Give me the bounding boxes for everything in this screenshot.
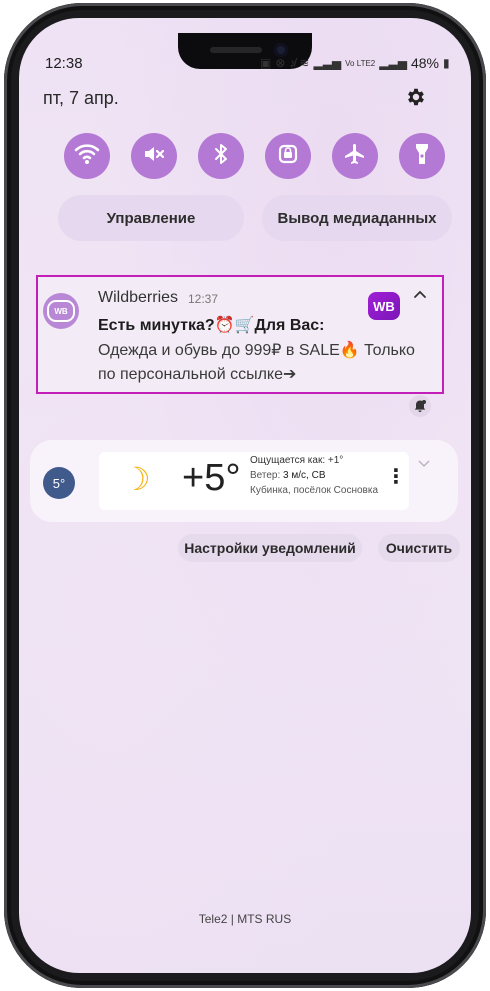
flashlight-icon — [413, 141, 431, 172]
wifi-icon — [74, 143, 100, 170]
airplane-toggle[interactable] — [332, 133, 378, 179]
status-icons: ▣ ⊗ ♪̸ ≋ ▂▃▅ Vo LTE2 ▂▃▅ 48% ▮ — [260, 55, 450, 71]
chevron-down-icon[interactable] — [418, 455, 430, 471]
wb-logo-badge: WB — [368, 292, 400, 320]
alarm-icon: ⊗ — [275, 56, 286, 70]
wifi-toggle[interactable] — [64, 133, 110, 179]
signal2-icon: ▂▃▅ — [379, 56, 407, 70]
moon-icon: ☽ — [122, 461, 151, 497]
weather-wind: Ветер: 3 м/с, СВ — [250, 470, 326, 481]
notification-body-line1: Одежда и обувь до 999₽ в SALE🔥 Только — [98, 342, 415, 359]
more-options-icon[interactable]: ⋮ — [386, 464, 406, 489]
weather-temperature: +5° — [182, 457, 241, 499]
notification-body-line2: по персональной ссылке➔ — [98, 366, 297, 383]
clear-button[interactable]: Очистить — [378, 534, 460, 562]
mute-icon — [142, 143, 166, 170]
battery-icon: ▮ — [442, 56, 450, 70]
battery-level: 48% — [410, 55, 439, 71]
wifi-status-icon: ≋ — [299, 56, 310, 70]
rotation-toggle[interactable] — [265, 133, 311, 179]
volte-icon: Vo LTE2 — [345, 58, 376, 68]
sound-toggle[interactable] — [131, 133, 177, 179]
status-time: 12:38 — [45, 55, 83, 72]
rotation-lock-icon — [277, 143, 299, 170]
mute-status-icon: ♪̸ — [289, 56, 296, 70]
control-button[interactable]: Управление — [58, 195, 244, 241]
notification-title: Есть минутка?⏰🛒Для Вас: — [98, 317, 325, 334]
notification-time: 12:37 — [188, 292, 219, 306]
wildberries-app-icon: WB — [43, 293, 79, 329]
flashlight-toggle[interactable] — [399, 133, 445, 179]
app-name: Wildberries — [98, 289, 179, 306]
bell-snooze-icon[interactable] — [409, 395, 431, 417]
notification-settings-button[interactable]: Настройки уведомлений — [178, 534, 362, 562]
weather-temp-badge: 5° — [43, 467, 75, 499]
gear-icon[interactable] — [405, 86, 427, 108]
airplane-icon — [343, 142, 367, 171]
chevron-up-icon[interactable] — [413, 286, 427, 304]
media-output-button[interactable]: Вывод медиаданных — [262, 195, 452, 241]
weather-feels-like: Ощущается как: +1° — [250, 455, 344, 466]
bluetooth-toggle[interactable] — [198, 133, 244, 179]
signal-icon: ▂▃▅ — [313, 56, 342, 70]
date: пт, 7 апр. — [43, 88, 119, 108]
weather-location: Кубинка, посёлок Сосновка — [250, 485, 379, 496]
bluetooth-icon — [212, 142, 230, 171]
wind-value: 3 м/с, СВ — [283, 470, 326, 481]
photo-icon: ▣ — [260, 56, 272, 70]
carrier-label: Tele2 | MTS RUS — [198, 912, 292, 926]
wind-label: Ветер: — [250, 470, 284, 481]
